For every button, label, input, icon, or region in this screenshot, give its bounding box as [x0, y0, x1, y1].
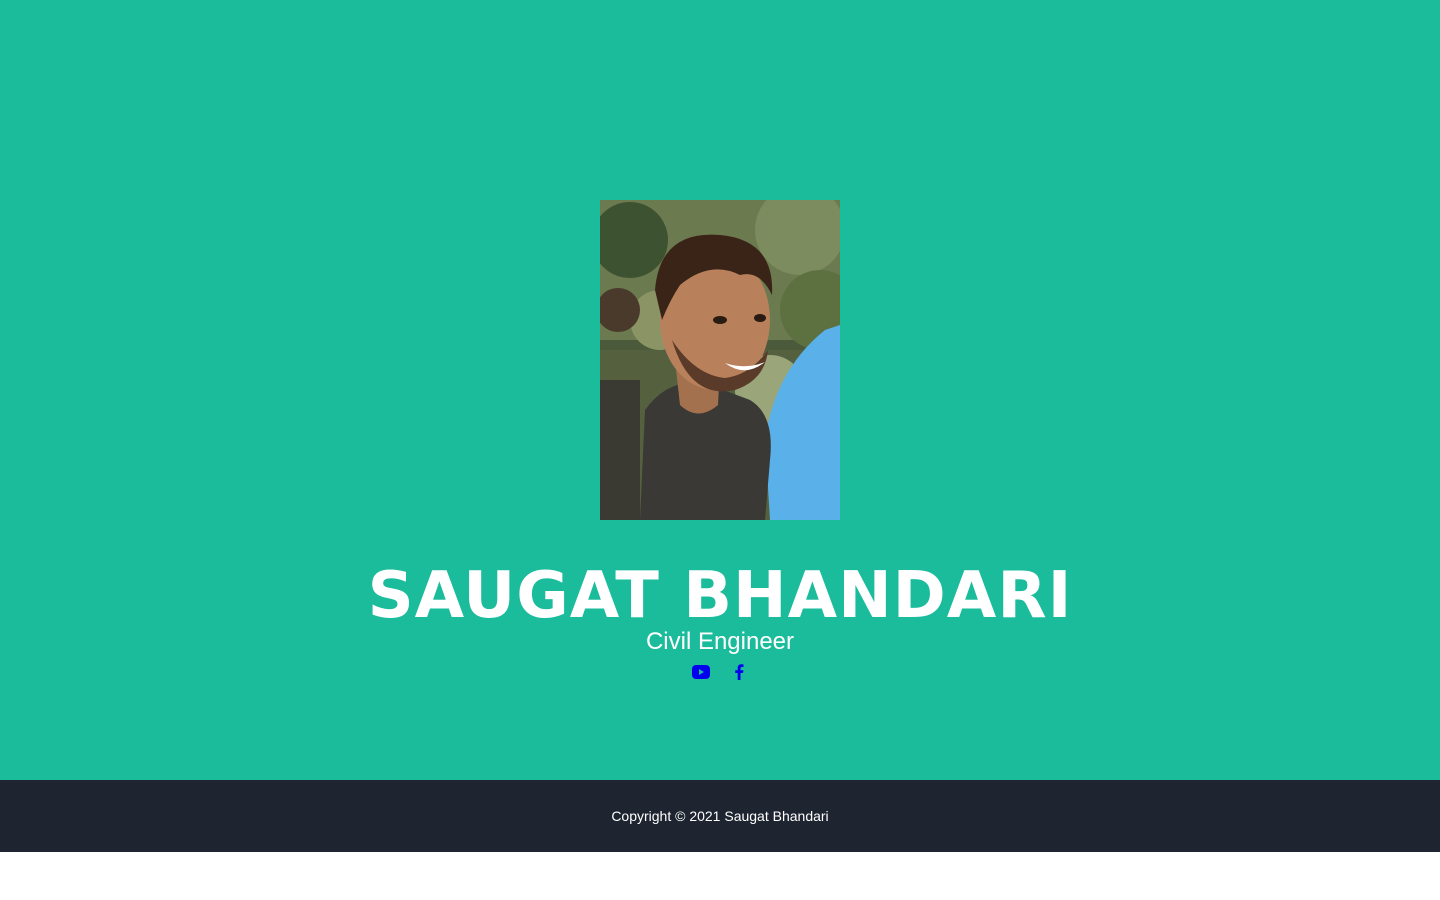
- youtube-icon: [692, 665, 710, 679]
- youtube-link[interactable]: [692, 660, 710, 684]
- profile-name: SAUGAT BHANDARI: [367, 559, 1073, 633]
- copyright-text: Copyright © 2021 Saugat Bhandari: [611, 808, 829, 824]
- profile-role: Civil Engineer: [645, 628, 795, 655]
- hero-section: SAUGAT BHANDARI Civil Engineer: [0, 0, 1440, 780]
- facebook-link[interactable]: [730, 660, 748, 684]
- facebook-icon: [735, 664, 744, 680]
- profile-photo: [600, 200, 840, 520]
- social-links: [0, 660, 1440, 684]
